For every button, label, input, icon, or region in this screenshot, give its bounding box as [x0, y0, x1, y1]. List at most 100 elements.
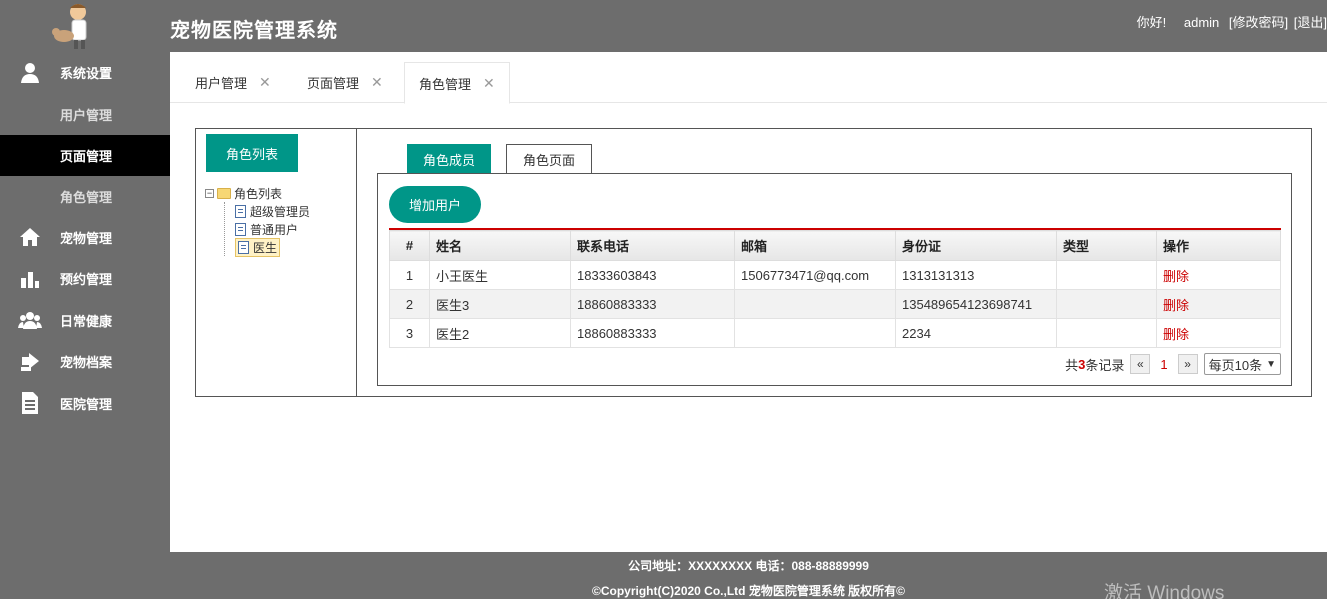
sidebar-item-label: 医院管理 [60, 396, 113, 412]
sidebar-item-label: 日常健康 [60, 313, 113, 329]
sidebar-item-label: 系统设置 [60, 66, 113, 82]
column-header: 类型 [1056, 230, 1157, 261]
tree-root[interactable]: − 角色列表 [205, 184, 310, 202]
pagination: 共 3 条记录 « 1 » 每页10条 ▼ [1065, 353, 1281, 375]
tab-user-mgmt[interactable]: 用户管理 ✕ [195, 62, 271, 103]
page-number[interactable]: 1 [1160, 357, 1167, 372]
members-table: # 姓名 联系电话 邮箱 身份证 类型 操作 1 小王医生 1833360384… [389, 230, 1281, 348]
folder-icon [217, 187, 231, 199]
tree-root-label: 角色列表 [234, 186, 283, 201]
sidebar-item-label: 宠物档案 [60, 355, 113, 371]
table-cell [734, 289, 896, 319]
table-row: 2 医生3 18860883333 135489654123698741 删除 [389, 289, 1281, 319]
delete-link[interactable]: 删除 [1163, 269, 1189, 284]
tree-item-doctor[interactable]: 医生 [235, 237, 310, 257]
document-icon [235, 204, 246, 218]
table-cell: 1313131313 [895, 260, 1057, 290]
group-icon [18, 308, 42, 332]
tree-item-label: 医生 [253, 240, 278, 255]
table-cell: 18860883333 [570, 289, 735, 319]
role-tree: − 角色列表 超级管理员 普通用户 医生 [205, 184, 310, 257]
close-icon[interactable]: ✕ [483, 75, 495, 92]
table-cell: 18333603843 [570, 260, 735, 290]
table-cell: 135489654123698741 [895, 289, 1057, 319]
prev-page-button[interactable]: « [1130, 354, 1151, 374]
table-header-row: # 姓名 联系电话 邮箱 身份证 类型 操作 [389, 230, 1281, 261]
sidebar-subitem-role-mgmt[interactable]: 角色管理 [0, 176, 170, 217]
sidebar-item-hospital-mgmt[interactable]: 医院管理 [0, 383, 170, 425]
sidebar-subitem-page-mgmt[interactable]: 页面管理 [0, 134, 170, 176]
table-cell: 3 [389, 318, 430, 348]
greeting: 你好! [1136, 15, 1167, 30]
sidebar-item-label: 角色管理 [60, 189, 113, 205]
tab-role-pages[interactable]: 角色页面 [506, 144, 593, 174]
role-tree-pane: 角色列表 − 角色列表 超级管理员 普通用户 医生 [196, 129, 357, 396]
bar-chart-icon [18, 267, 42, 291]
sidebar-item-label: 预约管理 [60, 272, 113, 288]
sidebar-subitem-user-mgmt[interactable]: 用户管理 [0, 94, 170, 135]
change-password-link[interactable]: [修改密码] [1229, 15, 1288, 30]
column-header: 身份证 [895, 230, 1057, 261]
footer-left [0, 552, 170, 599]
table-row: 1 小王医生 18333603843 1506773471@qq.com 131… [389, 260, 1281, 290]
page-size-select[interactable]: 每页10条 ▼ [1203, 353, 1281, 375]
table-cell: 删除 [1156, 289, 1281, 319]
table-cell: 小王医生 [429, 260, 571, 290]
close-icon[interactable]: ✕ [371, 74, 383, 91]
chevron-down-icon: ▼ [1266, 358, 1276, 370]
tab-page-mgmt[interactable]: 页面管理 ✕ [307, 62, 383, 103]
sidebar-item-daily-health[interactable]: 日常健康 [0, 300, 170, 342]
logout-link[interactable]: [退出] [1294, 15, 1327, 30]
tree-item-super-admin[interactable]: 超级管理员 [235, 202, 310, 220]
tree-item-label: 普通用户 [250, 222, 299, 237]
tab-role-members[interactable]: 角色成员 [407, 144, 492, 174]
collapse-icon[interactable]: − [205, 188, 214, 198]
sidebar-item-pet-records[interactable]: 宠物档案 [0, 341, 170, 383]
tab-label: 用户管理 [195, 76, 248, 91]
tab-label: 角色管理 [419, 76, 472, 92]
tree-item-label: 超级管理员 [250, 204, 311, 219]
delete-link[interactable]: 删除 [1163, 327, 1189, 342]
table-cell: 删除 [1156, 318, 1281, 348]
user-area: 你好! admin [修改密码] [退出] [1135, 12, 1327, 31]
column-header: 姓名 [429, 230, 571, 261]
close-icon[interactable]: ✕ [259, 74, 271, 91]
windows-activation-watermark: 激活 Windows [1104, 583, 1225, 599]
table-cell: 1506773471@qq.com [734, 260, 896, 290]
edit-icon [18, 350, 42, 374]
app-title: 宠物医院管理系统 [170, 20, 338, 42]
add-user-button[interactable]: 增加用户 [389, 186, 481, 223]
table-cell [1056, 289, 1157, 319]
document-icon [238, 240, 249, 254]
tree-item-normal-user[interactable]: 普通用户 [235, 220, 310, 238]
table-cell [734, 318, 896, 348]
record-count-prefix: 共 [1065, 357, 1079, 373]
next-page-button[interactable]: » [1177, 354, 1198, 374]
role-panel: 角色列表 − 角色列表 超级管理员 普通用户 医生 角色成员 角色页面 增加用户… [195, 128, 1312, 397]
footer-address: 公司地址：XXXXXXXX 电话：088-88889999 [628, 559, 869, 573]
logo [48, 2, 104, 50]
role-list-button[interactable]: 角色列表 [206, 134, 298, 172]
sidebar-item-appointment-mgmt[interactable]: 预约管理 [0, 258, 170, 300]
members-box: 增加用户 # 姓名 联系电话 邮箱 身份证 类型 操作 1 小王医生 18333… [377, 173, 1292, 386]
column-header: 操作 [1156, 230, 1281, 261]
delete-link[interactable]: 删除 [1163, 298, 1189, 313]
sidebar-item-pet-mgmt[interactable]: 宠物管理 [0, 217, 170, 259]
sidebar: 系统设置 用户管理 页面管理 角色管理 宠物管理 预约管理 日常健康 宠物档案 [0, 52, 170, 552]
username: admin [1183, 15, 1220, 30]
record-count: 3 [1078, 356, 1086, 372]
record-count-suffix: 条记录 [1085, 357, 1125, 373]
sidebar-item-label: 用户管理 [60, 107, 113, 123]
column-header: # [389, 230, 430, 261]
table-cell: 医生3 [429, 289, 571, 319]
column-header: 联系电话 [570, 230, 735, 261]
user-icon [18, 61, 42, 85]
role-detail-pane: 角色成员 角色页面 增加用户 # 姓名 联系电话 邮箱 身份证 类型 操作 1 … [358, 129, 1311, 396]
document-icon [235, 222, 246, 236]
sidebar-item-label: 宠物管理 [60, 230, 113, 246]
table-row: 3 医生2 18860883333 2234 删除 [389, 318, 1281, 348]
tab-label: 页面管理 [307, 76, 360, 91]
tab-role-mgmt[interactable]: 角色管理 ✕ [404, 62, 510, 104]
table-cell: 2 [389, 289, 430, 319]
sidebar-item-system-settings[interactable]: 系统设置 [0, 52, 170, 94]
